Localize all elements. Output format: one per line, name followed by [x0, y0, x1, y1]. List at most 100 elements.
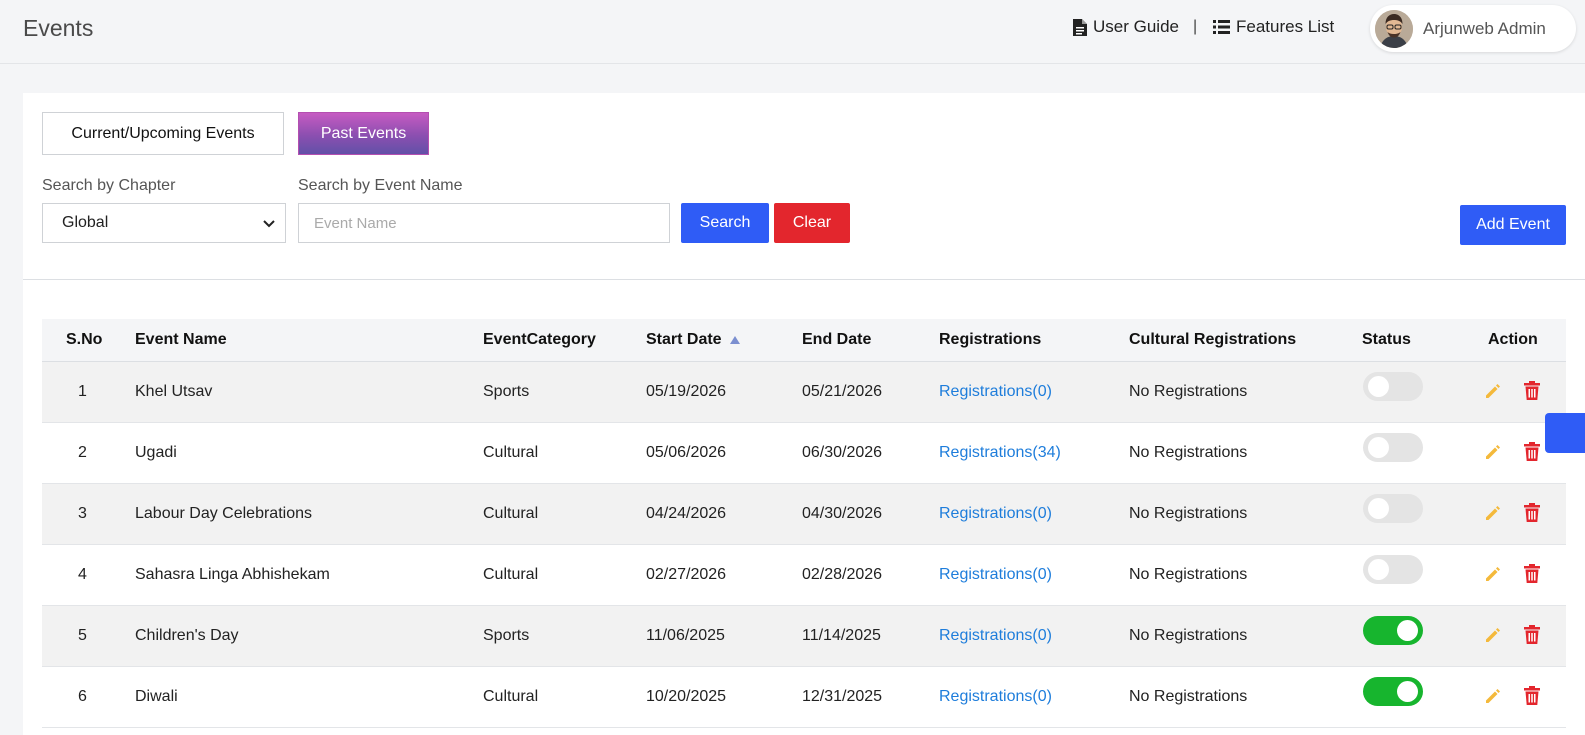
pencil-icon[interactable]: [1483, 625, 1503, 650]
cell-cultural-registrations: No Registrations: [1129, 627, 1248, 644]
cell-sno: 4: [78, 566, 87, 583]
column-header-end-date: End Date: [802, 331, 872, 348]
avatar: [1375, 9, 1413, 48]
cell-cultural-registrations: No Registrations: [1129, 505, 1248, 522]
features-list-link[interactable]: Features List: [1213, 17, 1334, 37]
cell-event-category: Cultural: [483, 688, 539, 705]
cell-end-date: 04/30/2026: [802, 505, 883, 522]
user-guide-link[interactable]: User Guide: [1073, 17, 1179, 37]
header-separator: |: [1193, 18, 1198, 35]
toggle-knob: [1397, 620, 1418, 641]
tab-past-events[interactable]: Past Events: [298, 112, 429, 155]
status-toggle[interactable]: [1363, 616, 1423, 645]
cell-event-name: Labour Day Celebrations: [135, 505, 312, 522]
section-divider: [23, 279, 1585, 280]
cell-start-date: 04/24/2026: [646, 505, 727, 522]
cell-end-date: 06/30/2026: [802, 444, 883, 461]
clear-button[interactable]: Clear: [774, 203, 850, 243]
user-name: Arjunweb Admin: [1423, 18, 1546, 38]
cell-event-category: Cultural: [483, 505, 539, 522]
table-header: S.No Event Name EventCategory Start Date…: [42, 319, 1566, 362]
pencil-icon[interactable]: [1483, 381, 1503, 406]
cell-event-category: Cultural: [483, 566, 539, 583]
cell-event-category: Cultural: [483, 444, 539, 461]
cell-event-name: Diwali: [135, 688, 178, 705]
chapter-filter-label: Search by Chapter: [42, 177, 176, 194]
column-header-status: Status: [1362, 331, 1411, 348]
toggle-knob: [1368, 437, 1389, 458]
start-date-header-label: Start Date: [646, 331, 722, 348]
cell-event-category: Sports: [483, 627, 530, 644]
sort-ascending-icon: [729, 335, 740, 344]
side-scroll-button[interactable]: [1545, 413, 1585, 453]
table-row: 6 Diwali Cultural 10/20/2025 12/31/2025 Regis…: [42, 667, 1566, 728]
cell-end-date: 12/31/2025: [802, 688, 883, 705]
registrations-link[interactable]: Registrations(0): [939, 505, 1052, 523]
cell-event-category: Sports: [483, 383, 530, 400]
column-header-event-name: Event Name: [135, 331, 227, 348]
pencil-icon[interactable]: [1483, 686, 1503, 711]
user-menu[interactable]: Arjunweb Admin: [1370, 5, 1576, 52]
events-table: S.No Event Name EventCategory Start Date…: [42, 319, 1566, 728]
document-icon: [1073, 18, 1087, 36]
search-button[interactable]: Search: [681, 203, 769, 243]
cell-cultural-registrations: No Registrations: [1129, 444, 1248, 461]
trash-icon[interactable]: [1524, 686, 1540, 710]
page-title: Events: [23, 15, 94, 41]
chapter-select[interactable]: Global: [42, 203, 286, 243]
cell-start-date: 11/06/2025: [646, 627, 725, 644]
status-toggle[interactable]: [1363, 677, 1423, 706]
table-row: 3 Labour Day Celebrations Cultural 04/24/20…: [42, 484, 1566, 545]
toggle-knob: [1368, 376, 1389, 397]
cell-event-name: Children's Day: [135, 627, 239, 644]
tab-current-upcoming-events[interactable]: Current/Upcoming Events: [42, 112, 284, 155]
registrations-link[interactable]: Registrations(0): [939, 383, 1052, 401]
column-header-action: Action: [1488, 331, 1538, 348]
chevron-down-icon: [263, 220, 275, 228]
pencil-icon[interactable]: [1483, 442, 1503, 467]
user-guide-label: User Guide: [1093, 17, 1179, 36]
status-toggle[interactable]: [1363, 433, 1423, 462]
column-header-start-date[interactable]: Start Date: [646, 331, 740, 349]
column-header-sno: S.No: [66, 331, 103, 348]
cell-start-date: 02/27/2026: [646, 566, 727, 583]
cell-event-name: Ugadi: [135, 444, 177, 461]
cell-end-date: 02/28/2026: [802, 566, 883, 583]
toggle-knob: [1368, 498, 1389, 519]
cell-cultural-registrations: No Registrations: [1129, 383, 1248, 400]
trash-icon[interactable]: [1524, 625, 1540, 649]
status-toggle[interactable]: [1363, 372, 1423, 401]
cell-event-name: Sahasra Linga Abhishekam: [135, 566, 330, 583]
cell-end-date: 05/21/2026: [802, 383, 883, 400]
toggle-knob: [1397, 681, 1418, 702]
pencil-icon[interactable]: [1483, 503, 1503, 528]
add-event-button[interactable]: Add Event: [1460, 205, 1566, 245]
events-card: Current/Upcoming Events Past Events Sear…: [23, 93, 1585, 735]
column-header-cultural-registrations: Cultural Registrations: [1129, 331, 1297, 348]
cell-start-date: 10/20/2025: [646, 688, 727, 705]
cell-cultural-registrations: No Registrations: [1129, 566, 1248, 583]
status-toggle[interactable]: [1363, 555, 1423, 584]
toggle-knob: [1368, 559, 1389, 580]
event-name-filter-label: Search by Event Name: [298, 177, 463, 194]
column-header-event-category: EventCategory: [483, 331, 596, 348]
cell-sno: 2: [78, 444, 87, 461]
chapter-select-value: Global: [62, 214, 109, 231]
cell-cultural-registrations: No Registrations: [1129, 688, 1248, 705]
trash-icon[interactable]: [1524, 442, 1540, 466]
trash-icon[interactable]: [1524, 503, 1540, 527]
registrations-link[interactable]: Registrations(0): [939, 627, 1052, 645]
registrations-link[interactable]: Registrations(34): [939, 444, 1061, 462]
status-toggle[interactable]: [1363, 494, 1423, 523]
cell-end-date: 11/14/2025: [802, 627, 881, 644]
event-name-input[interactable]: [298, 203, 670, 243]
registrations-link[interactable]: Registrations(0): [939, 566, 1052, 584]
cell-start-date: 05/19/2026: [646, 383, 727, 400]
registrations-link[interactable]: Registrations(0): [939, 688, 1052, 706]
features-list-label: Features List: [1236, 17, 1335, 36]
trash-icon[interactable]: [1524, 564, 1540, 588]
table-row: 2 Ugadi Cultural 05/06/2026 06/30/2026 Regist…: [42, 423, 1566, 484]
pencil-icon[interactable]: [1483, 564, 1503, 589]
trash-icon[interactable]: [1524, 381, 1540, 405]
column-header-registrations: Registrations: [939, 331, 1042, 348]
